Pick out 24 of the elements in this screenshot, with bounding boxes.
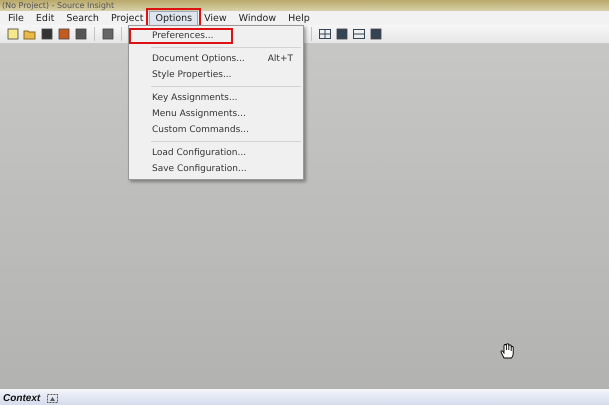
menu-entry[interactable]: Preferences...: [129, 28, 233, 44]
new-file-icon[interactable]: [6, 27, 20, 41]
context-window-icon[interactable]: [46, 392, 60, 404]
split-window-icon[interactable]: [352, 27, 366, 41]
hand-cursor-icon: [500, 343, 514, 359]
window-title: (No Project) - Source Insight: [2, 0, 114, 11]
menu-entry[interactable]: Style Properties...: [129, 67, 303, 83]
menu-item[interactable]: Window: [232, 10, 282, 26]
menu-item[interactable]: Options: [149, 10, 198, 26]
menu-entry[interactable]: Custom Commands...: [129, 122, 303, 138]
menu-entry[interactable]: Document Options... Alt+T: [129, 51, 303, 67]
menu-entry[interactable]: Key Assignments...: [129, 90, 303, 106]
menu-entry[interactable]: Menu Assignments...: [129, 106, 303, 122]
grid-icon[interactable]: [318, 27, 332, 41]
menu-item[interactable]: File: [2, 10, 30, 26]
status-label: Context: [3, 392, 40, 404]
menu-item[interactable]: View: [198, 10, 233, 26]
menu-item[interactable]: Search: [60, 10, 105, 26]
menu-item[interactable]: Project: [104, 10, 150, 26]
menu-entry[interactable]: Save Configuration...: [129, 161, 303, 177]
menu-item[interactable]: Edit: [30, 10, 60, 26]
menu-item[interactable]: Help: [282, 10, 316, 26]
menu-entry[interactable]: Load Configuration...: [129, 145, 303, 161]
shortcut-text: Alt+T: [268, 54, 293, 64]
